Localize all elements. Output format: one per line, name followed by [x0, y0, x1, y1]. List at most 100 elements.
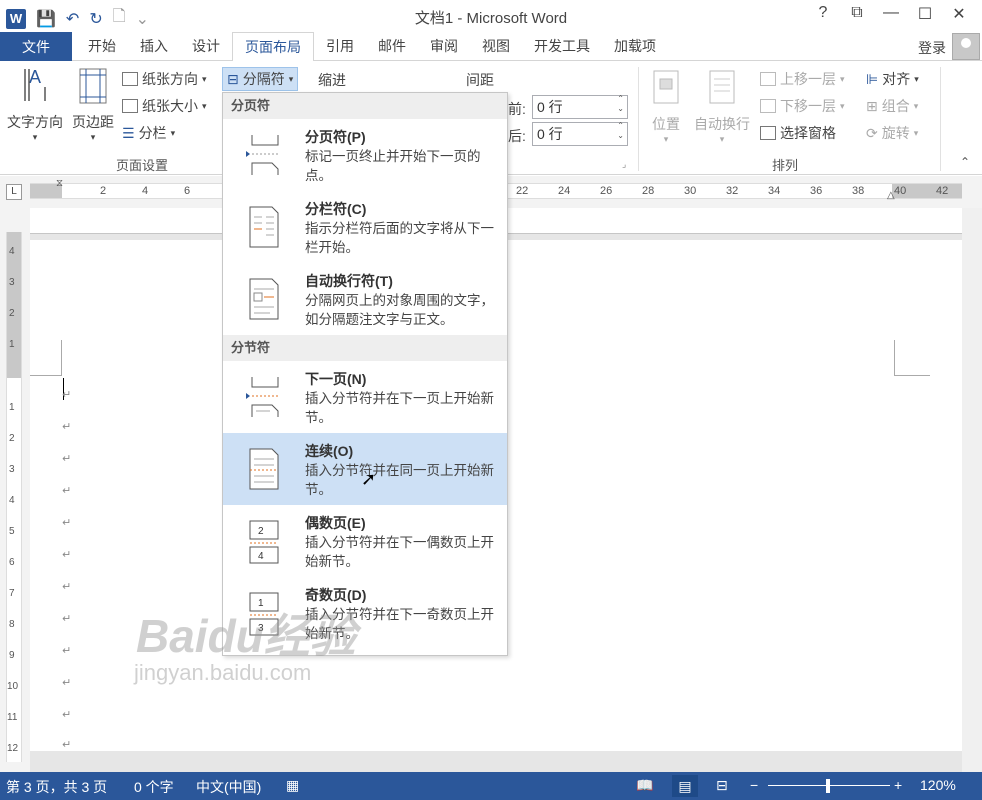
wrap-text-button[interactable]: 自动换行 ▾: [690, 69, 754, 145]
paragraph-mark: ↵: [62, 421, 72, 433]
position-button[interactable]: 位置 ▾: [644, 69, 688, 145]
align-button[interactable]: ⊫ 对齐 ▾: [866, 69, 919, 89]
menu-item-continuous[interactable]: 连续(O) 插入分节符并在同一页上开始新节。 ➚: [223, 433, 507, 505]
menu-item-column-break[interactable]: 分栏符(C) 指示分栏符后面的文字将从下一栏开始。: [223, 191, 507, 263]
paragraph-mark: ↵: [62, 613, 72, 625]
paragraph-mark: ↵: [62, 517, 72, 529]
menu-item-page-break[interactable]: 分页符(P) 标记一页终止并开始下一页的点。: [223, 119, 507, 191]
ruler-number: 38: [852, 185, 865, 197]
menu-item-text-wrapping-break[interactable]: 自动换行符(T) 分隔网页上的对象周围的文字，如分隔题注文字与正文。: [223, 263, 507, 335]
avatar[interactable]: [952, 33, 980, 60]
word-count[interactable]: 0 个字: [134, 777, 174, 797]
vertical-scrollbar[interactable]: [962, 208, 982, 772]
web-layout-icon[interactable]: ⊟: [716, 777, 728, 794]
tab-selector[interactable]: L: [6, 184, 22, 200]
ruler-number: 28: [642, 185, 655, 197]
print-layout-icon[interactable]: ▤: [672, 775, 698, 797]
ribbon-display-button[interactable]: ⧉: [840, 4, 874, 24]
columns-icon: ☰: [122, 124, 135, 141]
send-backward-icon: [760, 99, 776, 113]
watermark-url: jingyan.baidu.com: [134, 660, 312, 685]
text-direction-button[interactable]: A 文字方向 ▾: [4, 67, 66, 143]
vruler-number: 5: [9, 526, 15, 537]
spacing-label: 间距: [466, 72, 494, 88]
help-button[interactable]: ?: [806, 4, 840, 24]
language-indicator[interactable]: 中文(中国): [196, 777, 261, 797]
tab-mailings[interactable]: 邮件: [366, 32, 418, 61]
login-link[interactable]: 登录: [918, 38, 946, 58]
first-line-indent-icon[interactable]: ⧖: [56, 178, 63, 189]
ruler-number: 40: [894, 185, 907, 197]
group-button[interactable]: ⊞ 组合 ▾: [866, 96, 918, 116]
text-direction-label: 文字方向: [7, 114, 63, 130]
send-backward-button[interactable]: 下移一层 ▾: [760, 96, 845, 116]
ruler-number: 24: [558, 185, 571, 197]
rotate-label: 旋转: [881, 125, 910, 141]
bring-forward-button[interactable]: 上移一层 ▾: [760, 69, 845, 89]
orientation-button[interactable]: 纸张方向 ▾: [122, 69, 207, 89]
page-setup-launcher-icon[interactable]: ⌟: [622, 159, 626, 170]
size-button[interactable]: 纸张大小 ▾: [122, 96, 207, 116]
spacing-before-input[interactable]: 0 行: [532, 94, 628, 119]
tab-developer[interactable]: 开发工具: [522, 32, 602, 61]
margins-label: 页边距: [72, 114, 114, 130]
text-wrapping-break-icon: [249, 278, 279, 320]
margins-icon: [79, 68, 107, 104]
menu-item-even-page[interactable]: 2 4 偶数页(E) 插入分节符并在下一偶数页上开始新节。: [223, 505, 507, 577]
crop-mark: [894, 340, 930, 376]
group-label: 组合: [881, 98, 910, 114]
ruler-number: 32: [726, 185, 739, 197]
page-break-icon: [246, 135, 279, 175]
page-breaks-header: 分页符: [223, 93, 507, 119]
rotate-button[interactable]: ⟳ 旋转 ▾: [866, 123, 918, 143]
tab-review[interactable]: 审阅: [418, 32, 470, 61]
vruler-number: 12: [7, 743, 19, 754]
menu-item-description: 插入分节符并在下一偶数页上开始新节。: [305, 535, 494, 569]
tab-insert[interactable]: 插入: [128, 32, 180, 61]
menu-item-title: 自动换行符(T): [305, 273, 393, 289]
send-backward-label: 下移一层: [780, 98, 836, 114]
vruler-number: 1: [9, 402, 15, 413]
columns-button[interactable]: ☰ 分栏 ▾: [122, 123, 175, 143]
close-button[interactable]: ✕: [942, 4, 976, 24]
menu-item-description: 分隔网页上的对象周围的文字，如分隔题注文字与正文。: [305, 293, 494, 327]
read-mode-icon[interactable]: 📖: [636, 777, 653, 794]
collapse-ribbon-icon[interactable]: ⌃: [960, 155, 970, 169]
vruler-number: 6: [9, 557, 15, 568]
ruler-number: 4: [142, 185, 149, 197]
zoom-level[interactable]: 120%: [920, 777, 956, 793]
tab-home[interactable]: 开始: [76, 32, 128, 61]
tab-references[interactable]: 引用: [314, 32, 366, 61]
breaks-button[interactable]: ⊟ 分隔符 ▾: [222, 67, 299, 91]
page-count[interactable]: 第 3 页，共 3 页: [6, 777, 107, 797]
menu-item-title: 下一页(N): [305, 371, 367, 387]
menu-item-next-page[interactable]: 下一页(N) 插入分节符并在下一页上开始新节。: [223, 361, 507, 433]
zoom-in-icon[interactable]: +: [894, 777, 902, 793]
macro-record-icon[interactable]: ▦: [286, 777, 299, 794]
vruler-number: 8: [9, 619, 15, 630]
zoom-slider-thumb[interactable]: [826, 779, 830, 793]
continuous-break-icon: [249, 448, 279, 490]
tab-addins[interactable]: 加载项: [602, 32, 668, 61]
margins-button[interactable]: 页边距 ▾: [68, 67, 118, 143]
vruler-number: 2: [9, 433, 15, 444]
spacing-after-input[interactable]: 0 行: [532, 121, 628, 146]
selection-pane-button[interactable]: 选择窗格: [760, 123, 836, 143]
breaks-dropdown-menu: 分页符 分页符(P) 标记一页终止并开始下一页的点。 分栏符(C) 指示分栏符后…: [222, 92, 508, 656]
tab-view[interactable]: 视图: [470, 32, 522, 61]
tab-design[interactable]: 设计: [180, 32, 232, 61]
ruler-number: 42: [936, 185, 949, 197]
minimize-button[interactable]: —: [874, 4, 908, 24]
paragraph-mark: ↵: [62, 739, 72, 751]
ruler-number: 6: [184, 185, 191, 197]
maximize-button[interactable]: ☐: [908, 4, 942, 24]
window-controls: ? ⧉ — ☐ ✕: [806, 4, 976, 24]
tab-file[interactable]: 文件: [0, 32, 72, 61]
right-indent-icon[interactable]: △: [887, 190, 895, 201]
paragraph-mark: ↵: [62, 453, 72, 465]
tab-page-layout[interactable]: 页面布局: [232, 32, 314, 62]
ribbon-divider: [940, 67, 941, 171]
zoom-out-icon[interactable]: −: [750, 777, 758, 793]
selection-pane-label: 选择窗格: [780, 125, 836, 141]
paragraph-mark: ↵: [62, 677, 72, 689]
